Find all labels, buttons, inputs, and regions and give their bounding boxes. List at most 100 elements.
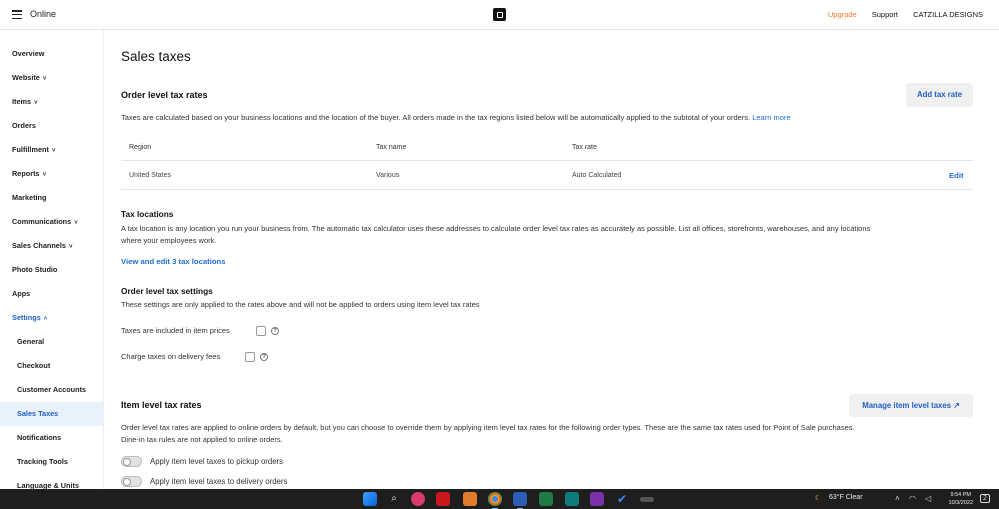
sidebar-subitem-sales-taxes[interactable]: Sales Taxes [0,402,103,426]
tax-locations-title: Tax locations [121,209,174,219]
sidebar-item-label: Photo Studio [12,265,58,274]
order-level-title: Order level tax rates [121,90,208,100]
sidebar-item-label: Language & Units [17,481,80,489]
sidebar-item-website[interactable]: Website ˅ [0,66,103,90]
sidebar-item-items[interactable]: Items ˅ [0,90,103,114]
word-icon[interactable] [513,492,527,509]
sidebar-item-label: Website [12,73,40,82]
chevron-down-icon: ˅ [74,220,78,226]
chevron-down-icon: ˅ [42,76,47,82]
cell-tax-name: Various [376,172,400,179]
delivery-orders-label: Apply item level taxes to delivery order… [150,477,288,486]
upgrade-link[interactable]: Upgrade [828,10,857,19]
sidebar-item-label: Apps [12,289,31,298]
search-icon[interactable]: ⌕ [387,492,401,506]
sidebar-item-label: Marketing [12,193,47,202]
windows-start-icon[interactable] [363,492,377,506]
onenote-icon[interactable] [590,492,604,506]
tax-locations-description-2: where your employees work. [121,236,217,245]
item-level-description-2: Dine-in tax rules are not applied to onl… [121,435,283,444]
sidebar-item-communications[interactable]: Communications ˅ [0,210,103,234]
tax-locations-description-1: A tax location is any location you run y… [121,224,871,233]
sidebar-item-overview[interactable]: Overview [0,42,103,66]
column-header-tax-name: Tax name [376,144,407,151]
paint-icon[interactable] [463,492,477,506]
taxes-included-checkbox[interactable] [256,326,266,336]
notifications-icon[interactable]: 2 [980,494,990,503]
excel-icon[interactable] [539,492,553,506]
sidebar-item-apps[interactable]: Apps [0,282,103,306]
description-text: Taxes are calculated based on your busin… [121,113,751,122]
sidebar-subitem-customer-accounts[interactable]: Customer Accounts [0,378,103,402]
chevron-down-icon: ˅ [34,100,38,106]
learn-more-link[interactable]: Learn more [752,113,790,122]
sidebar-item-photo-studio[interactable]: Photo Studio [0,258,103,282]
sidebar-item-reports[interactable]: Reports ˅ [0,162,103,186]
sidebar-subitem-general[interactable]: General [0,330,103,354]
itunes-icon[interactable] [411,492,425,506]
view-tax-locations-link[interactable]: View and edit 3 tax locations [121,257,226,266]
delivery-orders-toggle[interactable] [121,476,142,487]
order-tax-settings-title: Order level tax settings [121,286,213,296]
cell-region: United States [129,172,172,179]
sidebar-item-label: Checkout [17,361,51,370]
app-name: Online [30,9,57,19]
button-label: Manage item level taxes [862,401,952,410]
sidebar-item-fulfillment[interactable]: Fulfillment ˅ [0,138,103,162]
help-icon[interactable]: ? [271,327,279,335]
sidebar-item-orders[interactable]: Orders [0,114,103,138]
delivery-fees-checkbox[interactable] [245,352,255,362]
chevron-up-icon: ˄ [43,316,48,322]
account-menu[interactable]: CATZILLA DESIGNS [913,10,983,19]
manage-item-taxes-button[interactable]: Manage item level taxes ↗ [849,394,973,417]
sidebar-subitem-language-units[interactable]: Language & Units [0,474,103,489]
volume-icon[interactable]: ◁ [925,494,931,503]
publisher-icon[interactable] [565,492,579,506]
cell-tax-rate: Auto Calculated [572,172,622,179]
sidebar-item-settings[interactable]: Settings ˄ [0,306,103,330]
taxes-included-label: Taxes are included in item prices [121,326,230,335]
network-icon[interactable]: ◠ [909,494,916,503]
sidebar-item-sales-channels[interactable]: Sales Channels ˅ [0,234,103,258]
add-tax-rate-button[interactable]: Add tax rate [906,83,973,107]
chrome-icon[interactable] [488,492,502,509]
divider [121,160,973,161]
help-icon[interactable]: ? [260,353,268,361]
menu-icon[interactable] [12,10,22,20]
sidebar-item-label: Notifications [17,433,62,442]
edit-tax-rate-link[interactable]: Edit [949,171,964,180]
square-logo-icon[interactable] [493,8,506,21]
item-level-title: Item level tax rates [121,400,202,410]
sidebar-subitem-checkout[interactable]: Checkout [0,354,103,378]
sidebar-subitem-tracking-tools[interactable]: Tracking Tools [0,450,103,474]
time-text: 9:54 PM [950,492,971,498]
chevron-down-icon: ˅ [68,244,73,250]
sidebar-item-label: Communications [12,217,72,226]
acrobat-icon[interactable] [436,492,450,506]
sidebar-subitem-notifications[interactable]: Notifications [0,426,103,450]
sidebar-item-label: General [17,337,45,346]
windows-taskbar: ⌕ ✔ ☾ 63°F Clear ˄ ◠ ◁ 9:54 PM 10/3/2022 … [0,489,999,509]
weather-text[interactable]: 63°F Clear [829,494,863,501]
order-tax-settings-description: These settings are only applied to the r… [121,300,480,309]
app-icon[interactable] [640,497,654,502]
chevron-up-icon[interactable]: ˄ [895,494,900,503]
divider [121,189,973,190]
sidebar-item-label: Fulfillment [12,145,49,154]
page-title: Sales taxes [121,49,191,64]
top-bar: Online Upgrade Support CATZILLA DESIGNS [0,0,999,30]
date-text: 10/3/2022 [948,500,973,506]
todo-check-icon[interactable]: ✔ [615,492,629,506]
clock[interactable]: 9:54 PM 10/3/2022 [949,491,973,507]
main-content: Sales taxes Order level tax rates Add ta… [104,30,999,489]
external-arrow-icon: ↗ [953,401,960,410]
sidebar-item-label: Tracking Tools [17,457,68,466]
delivery-fees-label: Charge taxes on delivery fees [121,352,221,361]
sidebar-item-label: Items [12,97,32,106]
sidebar-item-marketing[interactable]: Marketing [0,186,103,210]
pickup-orders-label: Apply item level taxes to pickup orders [150,457,284,466]
column-header-tax-rate: Tax rate [572,144,597,151]
pickup-orders-toggle[interactable] [121,456,142,467]
weather-moon-icon: ☾ [815,495,822,502]
support-link[interactable]: Support [872,10,898,19]
